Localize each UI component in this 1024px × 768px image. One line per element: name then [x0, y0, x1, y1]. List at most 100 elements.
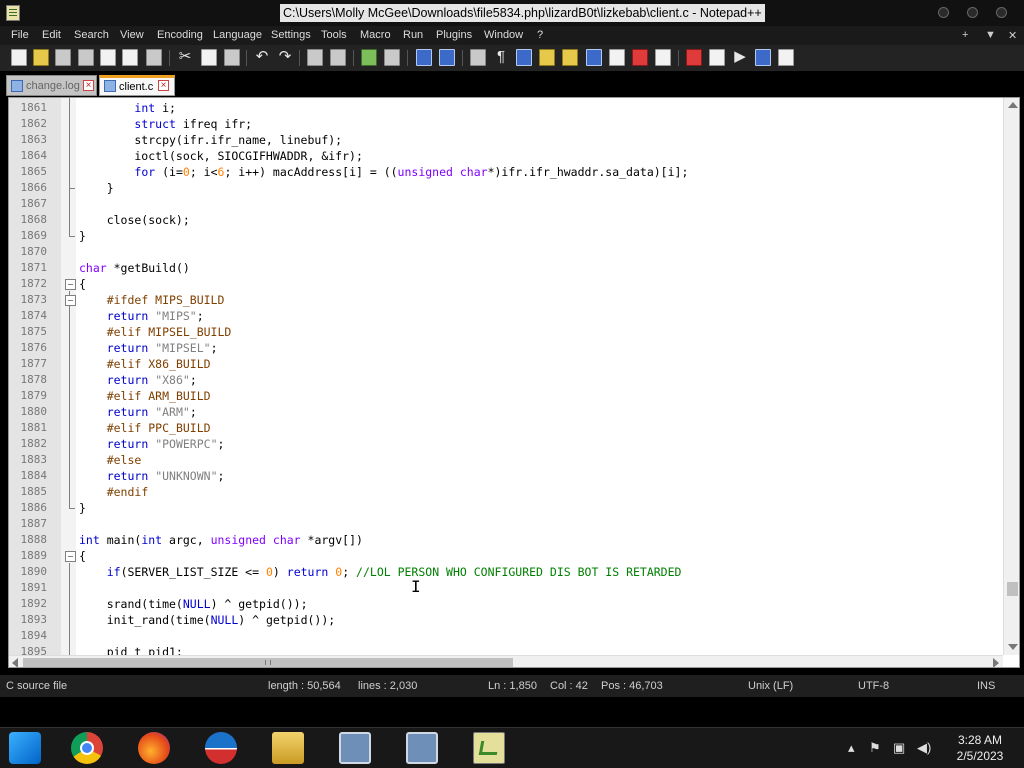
close-icon[interactable]: ×: [83, 80, 94, 91]
menu-view[interactable]: View: [120, 29, 144, 42]
eye-icon[interactable]: [655, 49, 671, 66]
zoom-in-icon[interactable]: [361, 49, 377, 66]
code-line[interactable]: 1880 return "ARM";: [9, 404, 1009, 420]
redo-icon[interactable]: ↷: [276, 48, 294, 66]
installer-icon[interactable]: [339, 732, 371, 764]
code-line[interactable]: 1867: [9, 196, 1009, 212]
sync-horizontal-icon[interactable]: [439, 49, 455, 66]
print-icon[interactable]: [146, 49, 162, 66]
code-line[interactable]: 1861 int i;: [9, 100, 1009, 116]
show-hidden-icons-icon[interactable]: ▴: [848, 740, 855, 756]
menu-window[interactable]: Window: [484, 29, 523, 42]
indent-guide-icon[interactable]: [516, 49, 532, 66]
save-all-icon[interactable]: [78, 49, 94, 66]
code-line[interactable]: 1869}: [9, 228, 1009, 244]
obama-icon[interactable]: [205, 732, 237, 764]
menu-macro[interactable]: Macro: [360, 29, 391, 42]
code-line[interactable]: 1888 int main(int argc, unsigned char *ar…: [9, 532, 1009, 548]
code-line[interactable]: 1892 srand(time(NULL) ^ getpid());: [9, 596, 1009, 612]
code-line[interactable]: 1884 return "UNKNOWN";: [9, 468, 1009, 484]
run-macro-multiple-icon[interactable]: [755, 49, 771, 66]
code-line[interactable]: 1878 return "X86";: [9, 372, 1009, 388]
code-line[interactable]: 1872 {: [9, 276, 1009, 292]
close-icon[interactable]: ×: [158, 80, 169, 91]
chrome-icon[interactable]: [71, 732, 103, 764]
menu-file[interactable]: File: [11, 29, 29, 42]
minimize-button[interactable]: [938, 7, 949, 18]
title-bar[interactable]: C:\Users\Molly McGee\Downloads\file5834.…: [0, 0, 1024, 26]
show-all-characters-icon[interactable]: ¶: [492, 48, 510, 66]
scroll-up-icon[interactable]: [1008, 102, 1018, 108]
code-line[interactable]: 1885 #endif: [9, 484, 1009, 500]
stop-recording-icon[interactable]: [709, 49, 725, 66]
network-icon[interactable]: ▣: [893, 740, 905, 756]
code-line[interactable]: 1894: [9, 628, 1009, 644]
new-file-icon[interactable]: [11, 49, 27, 66]
playback-macro-icon[interactable]: ▶: [731, 48, 749, 66]
cut-icon[interactable]: ✂: [176, 48, 194, 66]
code-line[interactable]: 1886}: [9, 500, 1009, 516]
code-line[interactable]: 1890 if(SERVER_LIST_SIZE <= 0) return 0;…: [9, 564, 1009, 580]
menu-plugins[interactable]: Plugins: [436, 29, 472, 42]
vertical-scrollbar[interactable]: [1003, 98, 1019, 655]
code-line[interactable]: 1871 char *getBuild(): [9, 260, 1009, 276]
code-line[interactable]: 1881 #elif PPC_BUILD: [9, 420, 1009, 436]
new-tab-plus[interactable]: +: [962, 29, 968, 41]
action-center-flag-icon[interactable]: ⚑: [869, 740, 881, 756]
scroll-down-icon[interactable]: [1008, 644, 1018, 650]
installer-icon-2[interactable]: [406, 732, 438, 764]
start-icon[interactable]: [9, 732, 41, 764]
code-line[interactable]: 1876 return "MIPSEL";: [9, 340, 1009, 356]
zoom-out-icon[interactable]: [384, 49, 400, 66]
scroll-left-icon[interactable]: [12, 658, 18, 667]
undo-icon[interactable]: ↶: [253, 48, 271, 66]
code-line[interactable]: 1865 for (i=0; i<6; i++) macAddress[i] =…: [9, 164, 1009, 180]
code-line[interactable]: 1887: [9, 516, 1009, 532]
menu-tools[interactable]: Tools: [321, 29, 347, 42]
code-line[interactable]: 1874 return "MIPS";: [9, 308, 1009, 324]
close-all-icon[interactable]: [122, 49, 138, 66]
save-macro-icon[interactable]: [778, 49, 794, 66]
code-line[interactable]: 1862 struct ifreq ifr;: [9, 116, 1009, 132]
code-line[interactable]: 1873 #ifdef MIPS_BUILD: [9, 292, 1009, 308]
find-icon[interactable]: [307, 49, 323, 66]
tab-client-c[interactable]: client.c ×: [99, 75, 175, 96]
volume-icon[interactable]: ◀): [917, 740, 931, 756]
eol-format[interactable]: Unix (LF): [748, 675, 793, 697]
code-line[interactable]: 1877 #elif X86_BUILD: [9, 356, 1009, 372]
folder-as-workspace-icon[interactable]: [609, 49, 625, 66]
copy-icon[interactable]: [201, 49, 217, 66]
code-line[interactable]: 1893 init_rand(time(NULL) ^ getpid());: [9, 612, 1009, 628]
horizontal-scrollbar[interactable]: [9, 655, 1003, 667]
menu-encoding[interactable]: Encoding: [157, 29, 203, 42]
vertical-scroll-thumb[interactable]: [1007, 582, 1018, 596]
menu-settings[interactable]: Settings: [271, 29, 311, 42]
word-wrap-icon[interactable]: [470, 49, 486, 66]
menu-search[interactable]: Search: [74, 29, 109, 42]
code-line[interactable]: 1868 close(sock);: [9, 212, 1009, 228]
close-file-icon[interactable]: [100, 49, 116, 66]
code-line[interactable]: 1866 }: [9, 180, 1009, 196]
tab-list-dropdown[interactable]: ▼: [985, 29, 996, 41]
save-icon[interactable]: [55, 49, 71, 66]
file-explorer-icon[interactable]: [272, 732, 304, 764]
open-file-icon[interactable]: [33, 49, 49, 66]
menu-language[interactable]: Language: [213, 29, 262, 42]
menu-edit[interactable]: Edit: [42, 29, 61, 42]
code-line[interactable]: 1879 #elif ARM_BUILD: [9, 388, 1009, 404]
close-document-x[interactable]: ✕: [1008, 29, 1017, 42]
code-line[interactable]: 1891: [9, 580, 1009, 596]
define-language-icon[interactable]: [539, 49, 555, 66]
system-clock[interactable]: 3:28 AM 2/5/2023: [940, 732, 1020, 764]
sync-vertical-icon[interactable]: [416, 49, 432, 66]
code-line[interactable]: 1882 return "POWERPC";: [9, 436, 1009, 452]
code-line[interactable]: 1889 {: [9, 548, 1009, 564]
notepadpp-app-icon[interactable]: [6, 5, 20, 21]
maximize-button[interactable]: [967, 7, 978, 18]
notepadpp-icon[interactable]: [473, 732, 505, 764]
paste-icon[interactable]: [224, 49, 240, 66]
document-map-icon[interactable]: [562, 49, 578, 66]
close-window-button[interactable]: [996, 7, 1007, 18]
insert-mode[interactable]: INS: [977, 675, 995, 697]
record-macro-icon[interactable]: [686, 49, 702, 66]
